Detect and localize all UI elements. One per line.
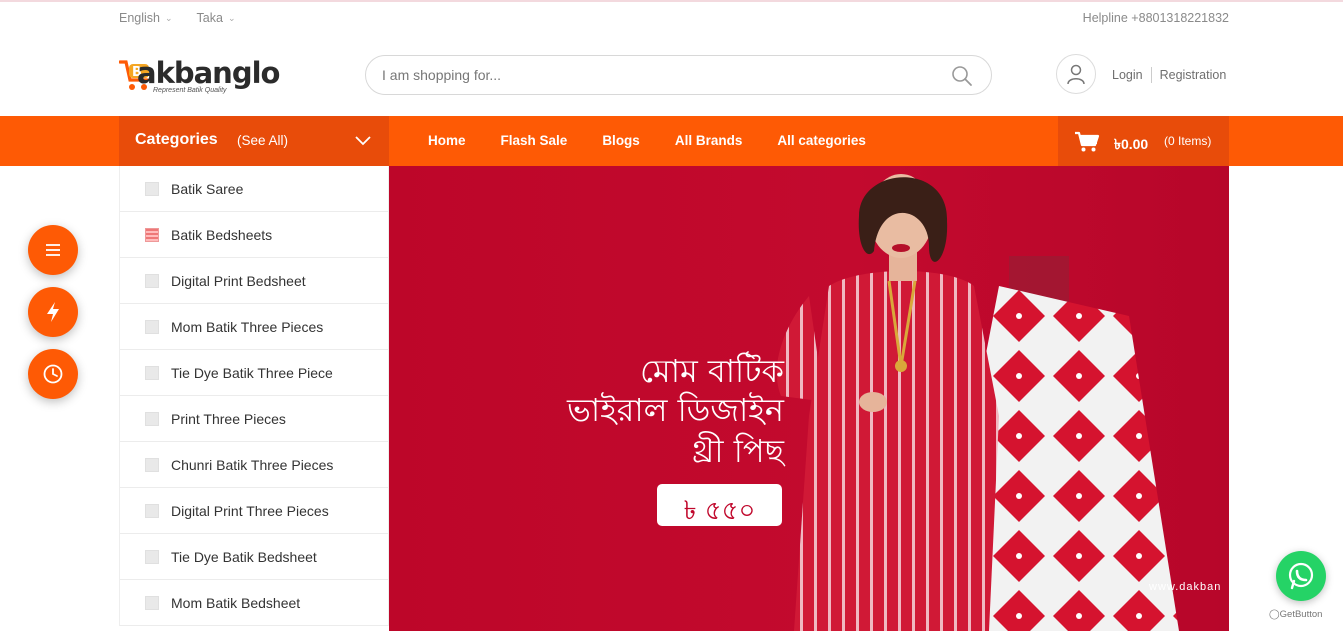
nav-all-brands[interactable]: All Brands	[675, 133, 743, 148]
locale-selectors: English ⌄ Taka ⌄	[119, 11, 236, 25]
category-label: Batik Bedsheets	[171, 226, 273, 243]
flash-sale-fab-button[interactable]	[28, 287, 78, 337]
account-button[interactable]	[1056, 54, 1096, 94]
category-item[interactable]: Chunri Batik Three Pieces	[120, 442, 388, 488]
currency-label: Taka	[196, 11, 223, 25]
search-input[interactable]	[366, 56, 926, 94]
category-thumbnail	[145, 181, 159, 196]
category-label: Mom Batik Three Pieces	[171, 318, 324, 335]
banner-headline: মোম বাটিক ভাইরাল ডিজাইন থ্রী পিছ	[559, 352, 784, 472]
category-item[interactable]: Tie Dye Batik Three Piece	[120, 350, 388, 396]
category-label: Chunri Batik Three Pieces	[171, 456, 334, 473]
user-icon	[1067, 64, 1085, 85]
nav-all-categories[interactable]: All categories	[777, 133, 866, 148]
see-all-link[interactable]: (See All)	[237, 133, 288, 148]
logo-tagline: Represent Batik Quality	[153, 87, 227, 94]
clock-icon	[43, 364, 63, 384]
banner-line-2: ভাইরাল ডিজাইন	[566, 391, 784, 429]
cart-button[interactable]: ৳0.00 (0 Items)	[1058, 116, 1229, 166]
main-navbar: Categories (See All) Home Flash Sale Blo…	[0, 116, 1343, 166]
category-thumbnail	[145, 227, 159, 242]
category-label: Digital Print Bedsheet	[171, 272, 306, 289]
login-link[interactable]: Login	[1112, 68, 1143, 84]
banner-artwork	[389, 166, 1229, 631]
flash-icon	[47, 302, 59, 322]
auth-links: Login Registration	[1112, 67, 1227, 84]
category-thumbnail	[145, 457, 159, 472]
category-label: Tie Dye Batik Three Piece	[171, 364, 333, 381]
category-thumbnail	[145, 319, 159, 334]
category-item[interactable]: Print Three Pieces	[120, 396, 388, 442]
recent-fab-button[interactable]	[28, 349, 78, 399]
banner-watermark: www.dakban	[1149, 581, 1222, 593]
menu-fab-button[interactable]	[28, 225, 78, 275]
menu-icon	[46, 244, 60, 256]
whatsapp-icon	[1288, 562, 1314, 590]
search-icon[interactable]	[951, 65, 973, 87]
divider	[1150, 67, 1152, 83]
category-thumbnail	[145, 411, 159, 426]
whatsapp-button[interactable]	[1276, 551, 1326, 601]
category-item[interactable]: Mom Batik Bedsheet	[120, 580, 388, 626]
site-logo[interactable]: B akbanglo Represent Batik Quality	[119, 56, 289, 98]
category-label: Mom Batik Bedsheet	[171, 594, 301, 611]
getbutton-label: GetButton	[1279, 609, 1323, 620]
banner-line-1: মোম বাটিক	[639, 352, 784, 390]
language-selector[interactable]: English ⌄	[119, 11, 173, 25]
cart-item-count: (0 Items)	[1164, 134, 1212, 148]
registration-link[interactable]: Registration	[1160, 68, 1227, 84]
category-thumbnail	[145, 595, 159, 610]
chevron-down-icon: ⌄	[227, 12, 236, 23]
category-thumbnail	[145, 503, 159, 518]
logo-text: akbanglo	[137, 56, 280, 90]
banner-price: ৳ ৫৫০	[683, 496, 756, 526]
chevron-down-icon: ⌄	[165, 12, 173, 23]
category-label: Digital Print Three Pieces	[171, 502, 329, 519]
category-item[interactable]: Batik Bedsheets	[120, 212, 388, 258]
category-label: Tie Dye Batik Bedsheet	[171, 548, 317, 565]
chevron-down-icon	[355, 136, 371, 146]
top-bar: English ⌄ Taka ⌄ Helpline +8801318221832	[0, 2, 1343, 34]
cart-total: ৳0.00	[1114, 136, 1149, 152]
header: B akbanglo Represent Batik Quality Login…	[0, 34, 1343, 116]
nav-links: Home Flash Sale Blogs All Brands All cat…	[428, 133, 866, 148]
category-thumbnail	[145, 549, 159, 564]
category-label: Print Three Pieces	[171, 410, 286, 427]
currency-selector[interactable]: Taka ⌄	[197, 11, 236, 25]
banner-line-3: থ্রী পিছ	[691, 432, 784, 470]
nav-blogs[interactable]: Blogs	[602, 133, 640, 148]
helpline: Helpline +8801318221832	[1082, 11, 1229, 25]
getbutton-credit[interactable]: ◯GetButton	[1269, 609, 1322, 620]
category-thumbnail	[145, 365, 159, 380]
category-item[interactable]: Digital Print Bedsheet	[120, 258, 388, 304]
search-bar	[365, 55, 992, 95]
category-item[interactable]: Tie Dye Batik Bedsheet	[120, 534, 388, 580]
category-label: Batik Saree	[171, 180, 244, 197]
shopping-cart-icon	[1075, 131, 1100, 152]
categories-title: Categories	[135, 131, 218, 148]
category-item[interactable]: Mom Batik Three Pieces	[120, 304, 388, 350]
hero-banner[interactable]: মোম বাটিক ভাইরাল ডিজাইন থ্রী পিছ ৳ ৫৫০ w…	[389, 166, 1229, 631]
category-list: Batik Saree Batik Bedsheets Digital Prin…	[119, 166, 389, 626]
whatsapp-small-icon: ◯	[1269, 609, 1280, 620]
language-label: English	[119, 11, 160, 25]
categories-dropdown[interactable]: Categories (See All)	[119, 116, 389, 166]
nav-home[interactable]: Home	[428, 133, 466, 148]
category-item[interactable]: Batik Saree	[120, 166, 388, 212]
nav-flash-sale[interactable]: Flash Sale	[501, 133, 568, 148]
category-thumbnail	[145, 273, 159, 288]
category-item[interactable]: Digital Print Three Pieces	[120, 488, 388, 534]
